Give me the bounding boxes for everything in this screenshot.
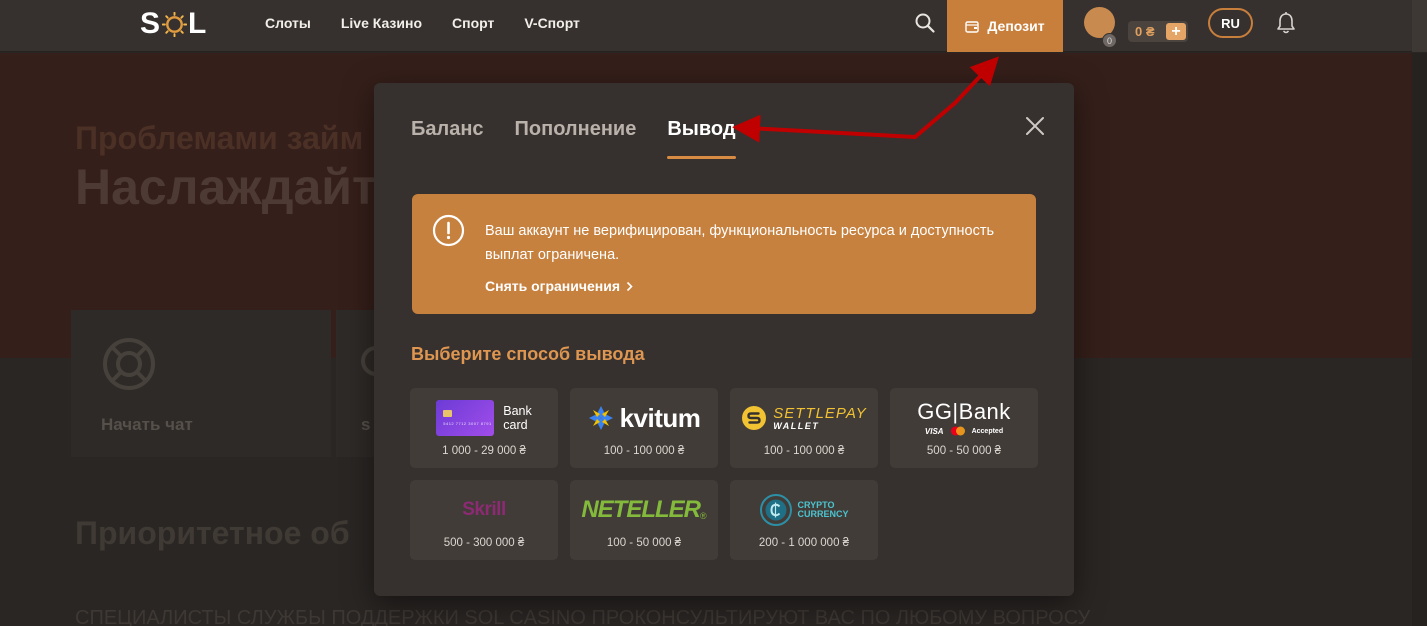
warning-text: Ваш аккаунт не верифицирован, функционал… [485, 223, 995, 263]
kvitum-logo: kvitum [619, 402, 701, 433]
neteller-logo: NETELLER [581, 496, 701, 523]
remove-restrictions-link[interactable]: Снять ограничения [485, 278, 633, 294]
withdraw-methods-grid: 5412 7712 3007 8791 Bank card 1 000 - 29… [410, 388, 1038, 560]
wallet-icon [965, 20, 980, 33]
nav-slots[interactable]: Слоты [265, 15, 311, 31]
tab-balance[interactable]: Баланс [411, 118, 484, 159]
avatar-badge: 0 [1102, 33, 1117, 48]
support-label: s [361, 415, 371, 434]
hero-title: Наслаждайте [75, 159, 405, 215]
method-crypto[interactable]: CRYPTO CURRENCY 200 - 1 000 000 ₴ [730, 480, 878, 560]
balance-widget[interactable]: 0 ₴ + [1128, 21, 1188, 42]
crypto-coin-icon [760, 494, 793, 526]
chat-label: Начать чат [101, 415, 193, 434]
visa-logo: VISA [924, 426, 944, 436]
sun-icon [162, 11, 188, 37]
main-nav: Слоты Live Казино Спорт V-Спорт [265, 0, 580, 46]
mastercard-icon [950, 426, 965, 436]
nav-v-sport[interactable]: V-Спорт [524, 15, 580, 31]
method-settlepay[interactable]: SETTLEPAY WALLET 100 - 100 000 ₴ [730, 388, 878, 468]
method-bank-card[interactable]: 5412 7712 3007 8791 Bank card 1 000 - 29… [410, 388, 558, 468]
close-icon[interactable] [1024, 115, 1046, 137]
header-scroll-strip [1412, 0, 1427, 52]
settlepay-sub: WALLET [773, 420, 820, 431]
modal-tabs: Баланс Пополнение Вывод [411, 118, 736, 159]
withdraw-method-title: Выберите способ вывода [411, 344, 645, 364]
registered-mark: ® [700, 511, 707, 521]
cashier-modal: Баланс Пополнение Вывод Ваш аккаунт не в… [374, 83, 1074, 596]
hero-subtitle: Проблемами займ [75, 120, 364, 156]
top-header: S L Слоты Live Казино Спорт V-Спорт Депо… [0, 0, 1427, 52]
balance-amount: 0 ₴ [1135, 24, 1155, 39]
exclamation-icon [432, 214, 465, 247]
ggbank-logo: GG|Bank [917, 399, 1011, 424]
method-range: 1 000 - 29 000 ₴ [442, 445, 526, 457]
language-selector[interactable]: RU [1208, 8, 1253, 38]
method-range: 200 - 1 000 000 ₴ [758, 537, 850, 549]
method-kvitum[interactable]: kvitum 100 - 100 000 ₴ [570, 388, 718, 468]
settlepay-icon [742, 406, 767, 430]
nav-sport[interactable]: Спорт [452, 15, 494, 31]
deposit-button[interactable]: Депозит [947, 0, 1063, 52]
tab-deposit[interactable]: Пополнение [515, 118, 637, 159]
settlepay-logo: SETTLEPAY [773, 404, 867, 422]
method-range: 500 - 300 000 ₴ [443, 537, 525, 549]
add-funds-button[interactable]: + [1166, 23, 1186, 40]
accepted-label: Accepted [971, 427, 1004, 435]
kvitum-flower-icon [588, 406, 613, 430]
verification-warning: Ваш аккаунт не верифицирован, функционал… [412, 194, 1036, 314]
bank-card-icon: 5412 7712 3007 8791 [436, 400, 495, 436]
method-range: 100 - 100 000 ₴ [763, 445, 845, 457]
lifebuoy-icon [103, 338, 155, 390]
method-skrill[interactable]: Skrill 500 - 300 000 ₴ [410, 480, 558, 560]
page-scrollbar[interactable] [1412, 53, 1427, 626]
priority-heading: Приоритетное об [75, 515, 350, 551]
nav-live-casino[interactable]: Live Казино [341, 15, 422, 31]
crypto-logo: CRYPTO CURRENCY [797, 500, 849, 519]
method-ggbank[interactable]: GG|Bank VISA Accepted 500 - 50 000 ₴ [890, 388, 1038, 468]
chevron-right-icon [626, 281, 633, 291]
method-range: 500 - 50 000 ₴ [926, 445, 1002, 457]
method-range: 100 - 100 000 ₴ [603, 445, 685, 457]
method-range: 100 - 50 000 ₴ [606, 537, 682, 549]
support-description: СПЕЦИАЛИСТЫ СЛУЖБЫ ПОДДЕРЖКИ SOL CASINO … [75, 607, 1091, 626]
bank-card-logo: Bank card [503, 404, 532, 432]
bell-icon[interactable] [1275, 11, 1297, 35]
search-icon[interactable] [914, 12, 936, 34]
method-neteller[interactable]: NETELLER ® 100 - 50 000 ₴ [570, 480, 718, 560]
skrill-logo: Skrill [462, 499, 506, 520]
sol-logo[interactable]: S L [140, 7, 207, 41]
tab-withdraw[interactable]: Вывод [667, 118, 736, 159]
